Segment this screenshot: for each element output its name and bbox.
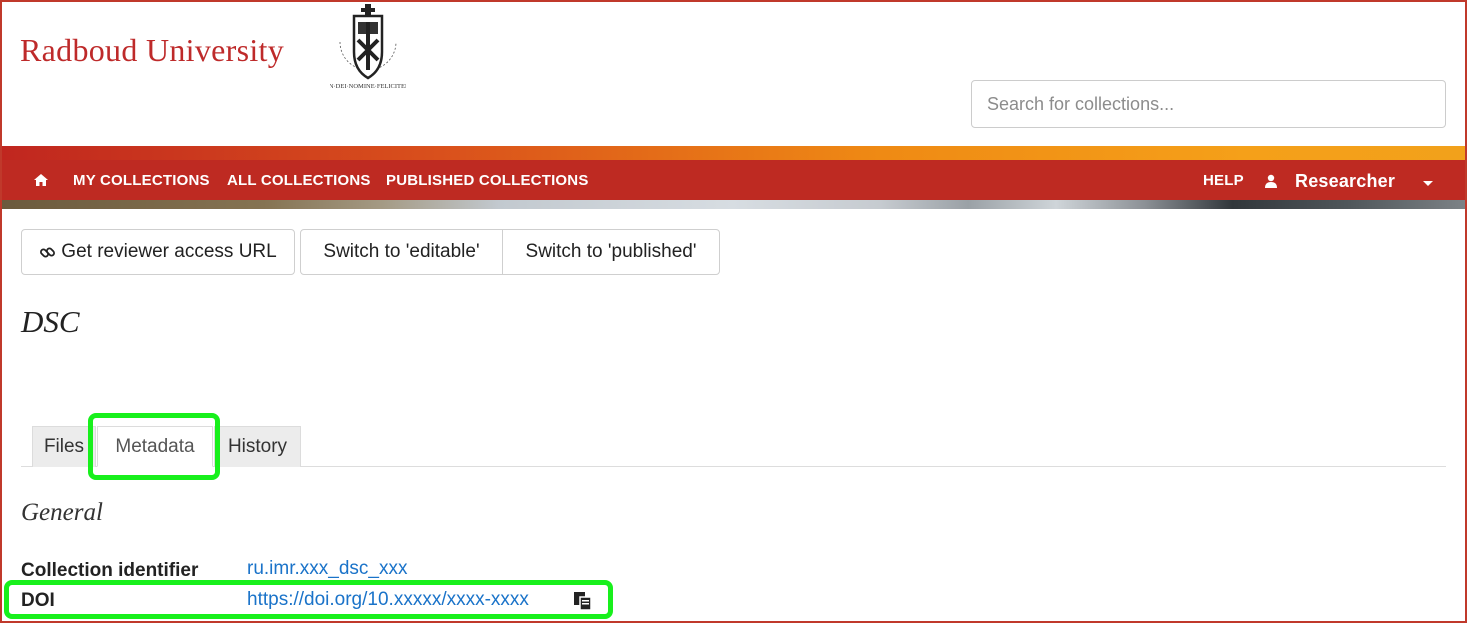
home-icon[interactable] [34,174,48,186]
color-stripe [0,146,1467,160]
caret-down-icon[interactable] [1423,181,1433,186]
switch-published-button[interactable]: Switch to 'published' [502,229,720,275]
university-logo-text[interactable]: Radboud University [20,32,284,69]
nav-all-collections[interactable]: ALL COLLECTIONS [227,160,371,200]
nav-my-collections[interactable]: MY COLLECTIONS [73,160,210,200]
metadata-tab-highlight [88,413,220,480]
switch-editable-button[interactable]: Switch to 'editable' [300,229,503,275]
doi-highlight [4,580,613,619]
collection-title: DSC [21,304,80,339]
switch-editable-label: Switch to 'editable' [323,241,480,262]
main-navbar: MY COLLECTIONS ALL COLLECTIONS PUBLISHED… [0,160,1467,200]
nav-published-collections[interactable]: PUBLISHED COLLECTIONS [386,160,589,200]
site-header: Radboud University IN·DEI·NOMINE·FELICIT… [0,0,1467,146]
get-reviewer-url-button[interactable]: Get reviewer access URL [21,229,295,275]
search-input[interactable] [971,80,1446,128]
banner-image [0,200,1467,209]
user-icon [1265,174,1277,188]
svg-text:IN·DEI·NOMINE·FELICITER: IN·DEI·NOMINE·FELICITER [330,83,406,90]
section-title-general: General [21,499,103,526]
university-seal-logo[interactable]: IN·DEI·NOMINE·FELICITER [330,2,406,92]
nav-user-menu[interactable]: Researcher [1295,160,1395,200]
get-reviewer-url-label: Get reviewer access URL [61,241,277,262]
switch-published-label: Switch to 'published' [525,241,697,262]
tab-history[interactable]: History [214,426,301,467]
tab-history-label: History [227,436,288,457]
tab-files[interactable]: Files [32,426,96,467]
link-icon [40,247,56,257]
collection-identifier-label: Collection identifier [21,560,199,581]
tab-files-label: Files [43,436,85,457]
nav-help[interactable]: HELP [1203,160,1244,200]
collection-identifier-link[interactable]: ru.imr.xxx_dsc_xxx [247,558,407,580]
